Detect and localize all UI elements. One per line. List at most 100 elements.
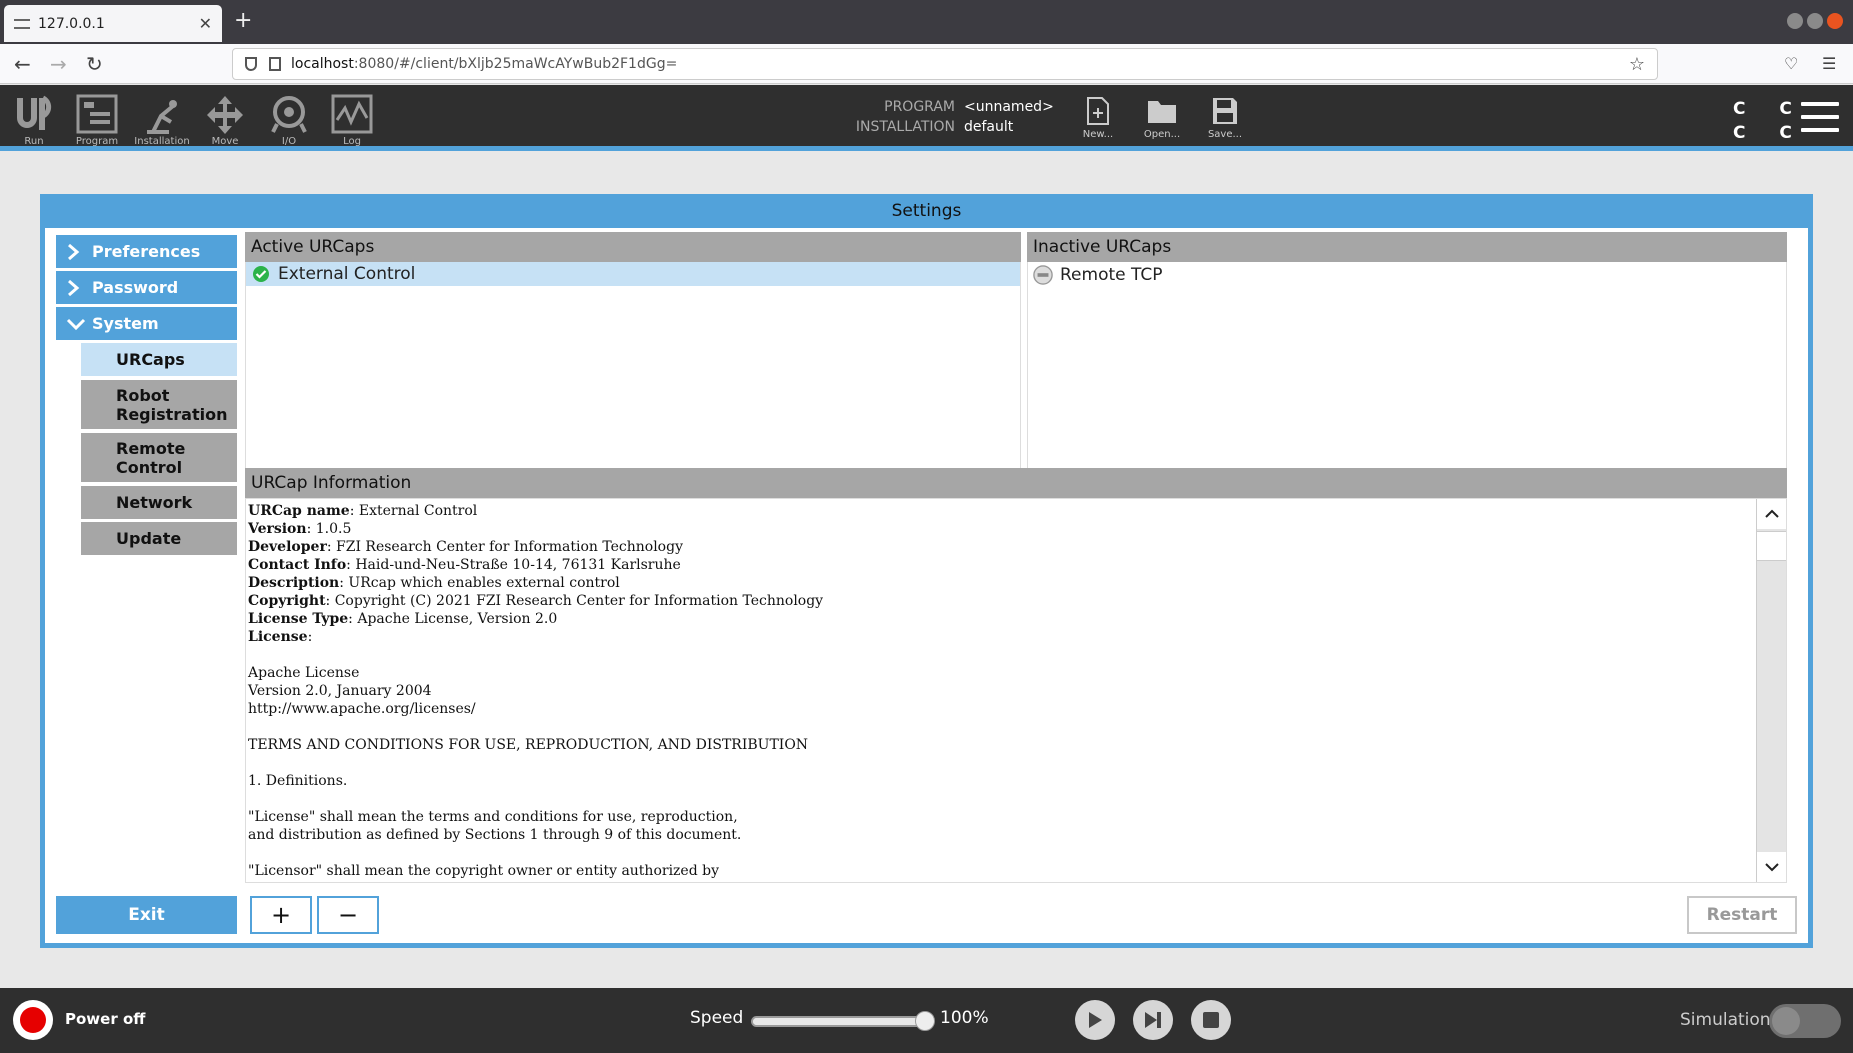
tool-program[interactable]: Program (69, 93, 125, 147)
tool-label: Run (24, 136, 44, 147)
chevron-up-icon[interactable] (1757, 499, 1786, 529)
scroll-thumb[interactable] (1757, 531, 1786, 561)
cc-bottom: C C (1733, 123, 1806, 143)
urcap-info-panel[interactable]: URCap name: External Control Version: 1.… (245, 498, 1787, 883)
new-tab-icon[interactable]: + (234, 8, 252, 33)
urcap-item-remote-tcp[interactable]: Remote TCP (1028, 263, 1786, 287)
installation-label: INSTALLATION (855, 119, 955, 135)
installation-name: default (964, 119, 1014, 135)
browser-tab[interactable]: 127.0.0.1 ✕ (4, 5, 222, 42)
back-icon[interactable]: ← (14, 52, 31, 76)
favicon-icon (14, 18, 30, 29)
remove-urcap-button[interactable]: − (317, 896, 379, 934)
nav-password[interactable]: Password (56, 271, 237, 304)
speed-slider[interactable] (751, 1011, 935, 1031)
robot-arm-icon (134, 93, 190, 135)
tool-installation[interactable]: Installation (134, 93, 190, 147)
tool-move[interactable]: Move (197, 93, 253, 147)
reload-icon[interactable]: ↻ (86, 52, 103, 76)
program-info-values: <unnamed> default (964, 97, 1054, 137)
nav-label: Network (116, 493, 193, 512)
cc-indicator: C C C C (1733, 97, 1806, 145)
disabled-circle-icon (1033, 265, 1053, 285)
program-label: PROGRAM (884, 99, 955, 115)
nav-remote-control[interactable]: Remote Control (81, 433, 237, 482)
nav-label: System (92, 314, 159, 333)
tool-label: Move (211, 136, 239, 147)
urcap-item-external-control[interactable]: External Control (246, 262, 1020, 286)
chevron-down-icon[interactable] (1757, 852, 1786, 882)
chevron-right-icon (66, 279, 92, 297)
urcap-name: External Control (278, 264, 416, 284)
url-path: :8080/#/client/bXljb25maWcAYwBub2F1dGg= (353, 56, 678, 72)
simulation-toggle[interactable] (1769, 1004, 1841, 1038)
add-urcap-button[interactable]: + (250, 896, 312, 934)
tool-label: I/O (281, 136, 297, 147)
play-button[interactable] (1075, 1000, 1115, 1040)
tool-io[interactable]: I/O (261, 93, 317, 147)
play-icon (1089, 1012, 1102, 1028)
tool-log[interactable]: Log (324, 93, 380, 147)
speed-value: 100% (940, 1008, 989, 1028)
close-tab-icon[interactable]: ✕ (199, 14, 212, 33)
minimize-icon[interactable] (1787, 13, 1803, 29)
program-icon (69, 93, 125, 135)
chevron-down-icon (66, 317, 92, 331)
inactive-urcaps-header: Inactive URCaps (1027, 232, 1787, 262)
urcap-info-header: URCap Information (245, 468, 1787, 498)
settings-dialog: Settings Preferences Password System URC… (40, 194, 1813, 948)
stop-button[interactable] (1191, 1000, 1231, 1040)
status-footer: Power off Speed 100% Simulation (0, 988, 1853, 1053)
power-status-label[interactable]: Power off (65, 1010, 145, 1028)
nav-label: Robot Registration (116, 385, 228, 424)
step-button[interactable] (1133, 1000, 1173, 1040)
restart-button[interactable]: Restart (1687, 896, 1797, 934)
tool-run[interactable]: Run (6, 93, 62, 147)
nav-system[interactable]: System (56, 307, 237, 340)
address-bar[interactable]: localhost:8080/#/client/bXljb25maWcAYwBu… (232, 48, 1658, 80)
tool-label: Log (343, 136, 361, 147)
folder-icon (1136, 93, 1188, 129)
save-label: Save... (1207, 129, 1243, 140)
nav-preferences[interactable]: Preferences (56, 235, 237, 268)
bookmark-star-icon[interactable]: ☆ (1629, 54, 1645, 75)
nav-update[interactable]: Update (81, 522, 237, 555)
toggle-knob (1772, 1007, 1800, 1035)
tool-label: Installation (134, 136, 190, 147)
nav-label: URCaps (116, 350, 185, 369)
shield-icon (245, 57, 257, 71)
menu-icon[interactable]: ☰ (1822, 54, 1836, 73)
nav-label: Preferences (92, 242, 201, 261)
program-info-labels: PROGRAM INSTALLATION (830, 97, 955, 137)
new-program-button[interactable]: New... (1072, 93, 1124, 140)
urcap-name: Remote TCP (1060, 265, 1163, 285)
maximize-icon[interactable] (1807, 13, 1823, 29)
stop-icon (1203, 1012, 1219, 1028)
power-icon[interactable] (13, 1000, 53, 1040)
active-urcaps-list: External Control (245, 262, 1021, 492)
speed-slider-fill (753, 1018, 925, 1025)
simulation-label: Simulation (1680, 1010, 1771, 1030)
nav-network[interactable]: Network (81, 486, 237, 519)
app-header: Run Program Installation Move I/O Log PR… (0, 85, 1853, 151)
program-name: <unnamed> (964, 99, 1054, 115)
nav-label: Password (92, 278, 179, 297)
license-body: Apache License Version 2.0, January 2004… (248, 665, 809, 882)
nav-robot-registration[interactable]: Robot Registration (81, 380, 237, 429)
check-circle-icon (251, 264, 271, 284)
hamburger-menu-icon[interactable] (1801, 102, 1839, 141)
exit-button[interactable]: Exit (56, 896, 237, 934)
nav-label: Remote Control (116, 438, 186, 477)
nav-label: Update (116, 529, 182, 548)
speed-slider-handle[interactable] (915, 1011, 935, 1031)
open-program-button[interactable]: Open... (1136, 93, 1188, 140)
tool-label: Program (75, 136, 119, 147)
nav-urcaps[interactable]: URCaps (81, 343, 237, 376)
active-urcaps-header: Active URCaps (245, 232, 1021, 262)
save-program-button[interactable]: Save... (1199, 93, 1251, 140)
pocket-icon[interactable]: ♡ (1784, 54, 1798, 73)
forward-icon[interactable]: → (50, 52, 67, 76)
info-scrollbar[interactable] (1756, 499, 1786, 882)
window-close-icon[interactable] (1827, 13, 1843, 29)
log-icon (324, 93, 380, 135)
